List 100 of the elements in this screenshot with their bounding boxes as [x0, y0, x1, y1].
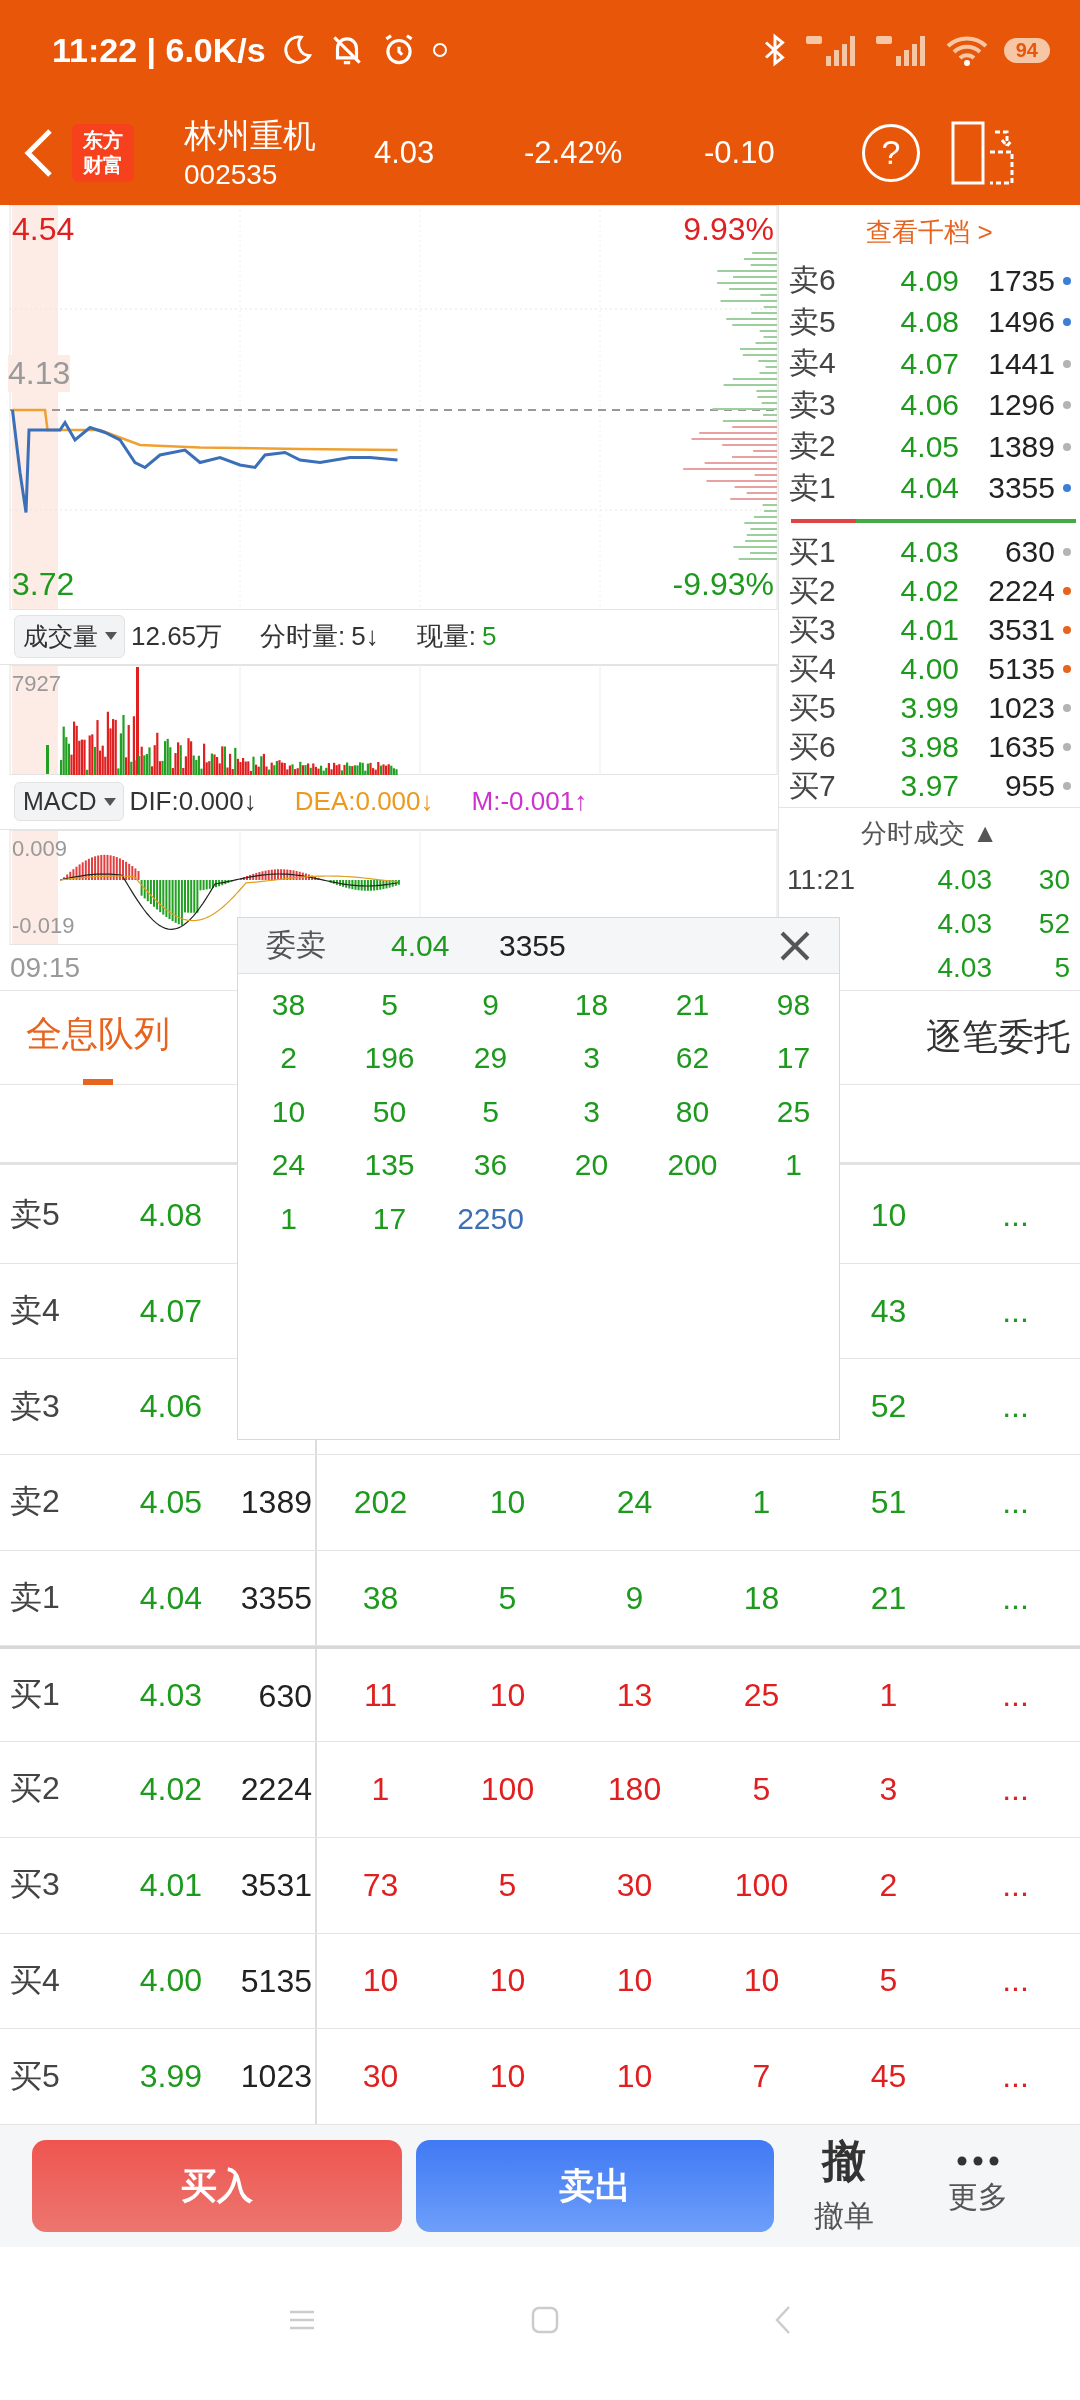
help-button[interactable]: ? — [862, 123, 920, 182]
level-label: 卖6 — [789, 262, 837, 299]
queue-order: 10 — [489, 1962, 526, 1999]
level-volume: 1441 — [987, 346, 1055, 381]
queue-order: 202 — [353, 1483, 408, 1520]
volume-max-label: 7927 — [12, 670, 61, 697]
order-size: 98 — [776, 987, 811, 1022]
tab[interactable]: 全息队列 — [26, 990, 170, 1085]
queue-order: 1 — [371, 1770, 390, 1807]
queue-order: 52 — [870, 1388, 907, 1425]
stock-name: 林州重机 — [184, 116, 317, 156]
more-link[interactable]: ... — [952, 1196, 1079, 1234]
more-link[interactable]: ... — [952, 1388, 1079, 1426]
level-label: 卖5 — [9, 1195, 61, 1235]
order-size: 21 — [675, 987, 710, 1022]
order-size: 24 — [271, 1148, 306, 1183]
more-label[interactable]: 更多 — [948, 2176, 1008, 2218]
queue-order: 7 — [752, 2058, 771, 2095]
more-link[interactable]: ... — [952, 1770, 1079, 1808]
trade-volume: 30 — [1037, 864, 1070, 897]
level-volume: 2224 — [987, 574, 1055, 609]
level-label: 买4 — [9, 1960, 61, 2000]
trade-price: 4.03 — [936, 908, 992, 941]
queue-order: 10 — [489, 2058, 526, 2095]
level-label: 买3 — [789, 611, 837, 648]
more-link[interactable]: ... — [952, 1579, 1079, 1617]
order-size: 196 — [364, 1041, 415, 1076]
more-link[interactable]: ... — [952, 1866, 1079, 1904]
high-price-label: 4.54 — [12, 211, 75, 248]
level-volume: 1389 — [240, 1484, 312, 1521]
level-price: 4.03 — [899, 535, 959, 570]
more-link[interactable]: ... — [952, 1962, 1079, 2000]
queue-order: 45 — [870, 2058, 907, 2095]
level-label: 卖2 — [789, 428, 837, 465]
queue-order: 30 — [362, 2058, 399, 2095]
app-logo: 东方财富 — [72, 123, 134, 182]
level-volume: 1296 — [987, 388, 1055, 423]
macd-max-label: 0.009 — [12, 836, 68, 863]
cancel-label[interactable]: 撤单 — [814, 2195, 874, 2237]
queue-order: 30 — [616, 1866, 653, 1903]
queue-order: 10 — [616, 1962, 653, 1999]
view-depth-link[interactable]: 查看千档 > — [779, 205, 1080, 260]
level-label: 卖1 — [9, 1578, 61, 1618]
stock-price: 4.03 — [374, 134, 436, 171]
trades-title[interactable]: 分时成交 ▲ — [779, 807, 1080, 859]
queue-order: 9 — [625, 1579, 644, 1616]
order-size: 36 — [473, 1148, 508, 1183]
sell-button[interactable]: 卖出 — [416, 2140, 774, 2232]
level-price: 4.07 — [899, 346, 959, 381]
tab[interactable]: 逐笔委托 — [926, 993, 1070, 1082]
volume-total: 12.65万 — [131, 619, 223, 653]
popup-volume: 3355 — [499, 928, 566, 963]
level-label: 卖4 — [789, 345, 837, 382]
level-volume: 3531 — [240, 1866, 312, 1903]
level-volume: 1635 — [987, 730, 1055, 765]
level-price: 4.01 — [138, 1866, 202, 1904]
more-link[interactable]: ... — [952, 1292, 1079, 1330]
queue-order: 21 — [870, 1579, 907, 1616]
trade-volume: 52 — [1037, 908, 1070, 941]
level-volume: 1496 — [987, 305, 1055, 340]
level-label: 买5 — [789, 689, 837, 726]
more-link[interactable]: ... — [952, 1676, 1079, 1714]
queue-order: 25 — [743, 1676, 780, 1713]
indicator-dropdown[interactable]: 成交量 — [14, 614, 125, 658]
level-label: 买4 — [789, 650, 837, 687]
cancel-icon[interactable]: 撤 — [822, 2135, 866, 2186]
queue-order: 5 — [752, 1770, 771, 1807]
trade-time: 11:21 — [787, 864, 855, 896]
order-size: 38 — [271, 987, 306, 1022]
order-size: 2250 — [457, 1201, 524, 1236]
level-price: 4.05 — [138, 1483, 202, 1521]
more-link[interactable]: ... — [952, 1483, 1079, 1521]
trade-price: 4.03 — [936, 952, 992, 984]
order-size: 50 — [372, 1094, 407, 1129]
level-label: 买5 — [9, 2056, 61, 2096]
buy-button[interactable]: 买入 — [32, 2140, 402, 2232]
level-volume: 5135 — [987, 652, 1055, 687]
queue-order: 24 — [616, 1483, 653, 1520]
queue-order: 180 — [607, 1770, 662, 1807]
status-time: 11:22 | 6.0K/s — [52, 30, 266, 70]
order-size: 20 — [574, 1148, 609, 1183]
level-label: 买3 — [9, 1865, 61, 1905]
indicator-dropdown[interactable]: MACD — [14, 782, 124, 822]
level-label: 卖5 — [789, 303, 837, 340]
more-link[interactable]: ... — [952, 2058, 1079, 2096]
queue-order: 5 — [498, 1579, 517, 1616]
level-price: 3.99 — [899, 691, 959, 726]
level-label: 卖1 — [789, 469, 837, 506]
low-percent-label: -9.93% — [672, 565, 774, 603]
order-size: 3 — [583, 1041, 600, 1076]
popup-price: 4.04 — [391, 928, 451, 963]
queue-order: 5 — [498, 1866, 517, 1903]
order-size: 1 — [785, 1148, 802, 1183]
trade-price: 4.03 — [936, 864, 992, 897]
current-volume-value: 5 — [482, 620, 497, 652]
level-label: 买7 — [789, 767, 837, 804]
level-volume: 955 — [1003, 769, 1055, 804]
prev-close-label: 4.13 — [8, 355, 71, 392]
order-size: 80 — [675, 1094, 710, 1129]
level-price: 4.09 — [899, 263, 959, 298]
